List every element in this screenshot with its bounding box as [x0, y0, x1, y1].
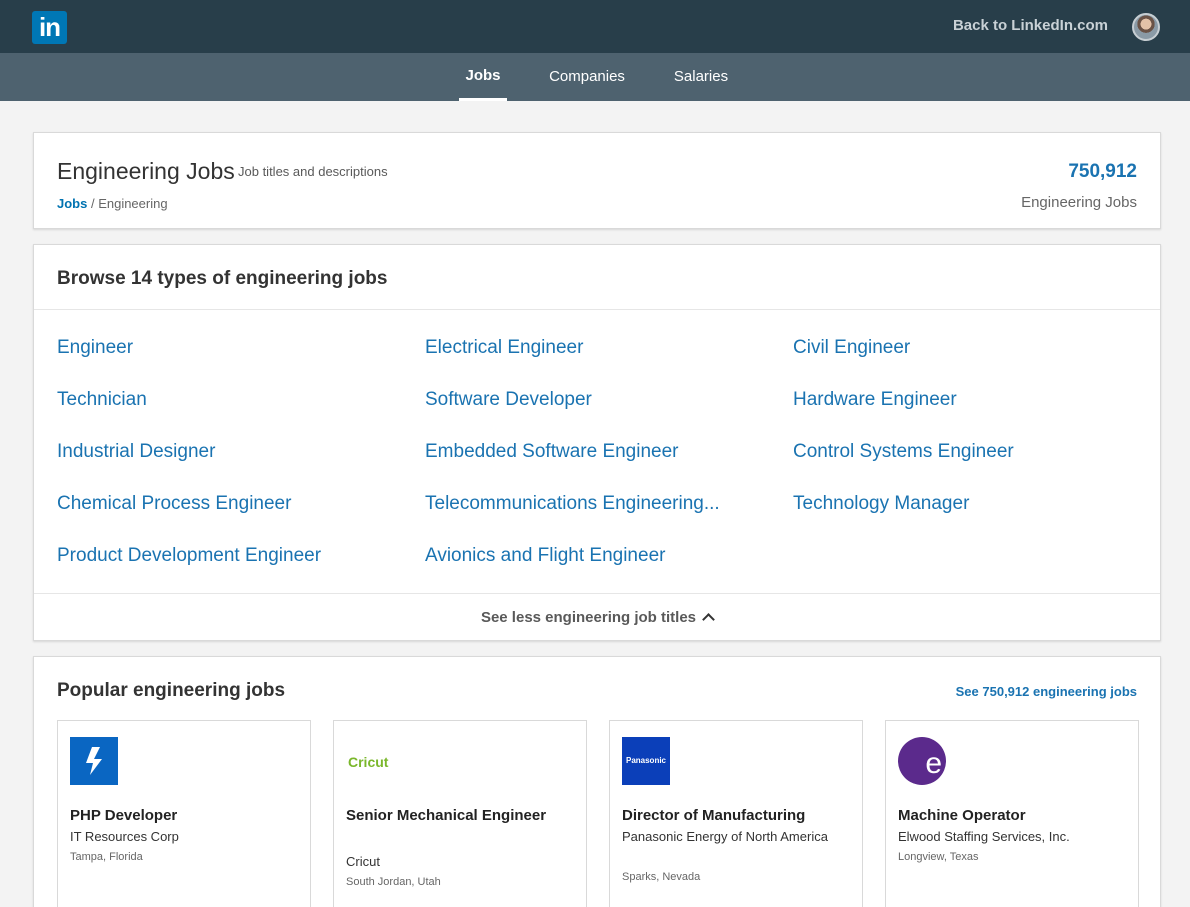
divider [34, 309, 1160, 310]
job-type-link[interactable]: Technician [57, 389, 147, 411]
job-type-link[interactable]: Engineer [57, 337, 133, 359]
see-all-jobs-link[interactable]: See 750,912 engineering jobs [956, 684, 1137, 699]
job-title[interactable]: Senior Mechanical Engineer [346, 803, 571, 828]
job-card[interactable]: PHP Developer IT Resources Corp Tampa, F… [57, 720, 311, 907]
job-type-link[interactable]: Chemical Process Engineer [57, 493, 291, 515]
breadcrumb-current: Engineering [98, 196, 168, 211]
job-location: Sparks, Nevada [622, 871, 701, 883]
job-title[interactable]: PHP Developer [70, 803, 295, 828]
job-count-label: Engineering Jobs [1021, 194, 1137, 211]
cricut-logo-icon: Cricut [346, 737, 394, 785]
job-company: IT Resources Corp [70, 829, 179, 844]
job-card[interactable]: e Machine Operator Elwood Staffing Servi… [885, 720, 1139, 907]
job-card[interactable]: Cricut Senior Mechanical Engineer Cricut… [333, 720, 587, 907]
job-type-link[interactable]: Avionics and Flight Engineer [425, 545, 665, 567]
job-company: Elwood Staffing Services, Inc. [898, 829, 1070, 844]
breadcrumb-jobs-link[interactable]: Jobs [57, 196, 87, 211]
job-type-link[interactable]: Telecommunications Engineering... [425, 493, 720, 515]
page-title: Engineering Jobs [57, 158, 235, 184]
popular-jobs-title: Popular engineering jobs [57, 680, 286, 701]
job-company: Cricut [346, 854, 380, 869]
tab-salaries[interactable]: Salaries [668, 53, 734, 101]
job-type-link[interactable]: Industrial Designer [57, 441, 215, 463]
job-type-link[interactable]: Civil Engineer [793, 337, 910, 359]
tab-jobs[interactable]: Jobs [459, 53, 507, 101]
see-less-label: See less engineering job titles [480, 609, 697, 626]
back-to-linkedin-link[interactable]: Back to LinkedIn.com [953, 17, 1108, 34]
linkedin-logo-icon[interactable]: in [32, 11, 67, 44]
job-location: Tampa, Florida [70, 851, 143, 863]
job-type-link[interactable]: Software Developer [425, 389, 592, 411]
divider [34, 593, 1160, 594]
job-card[interactable]: Panasonic Director of Manufacturing Pana… [609, 720, 863, 907]
elwood-logo-icon: e [898, 737, 946, 785]
job-title[interactable]: Director of Manufacturing [622, 803, 847, 828]
sub-navigation: Jobs Companies Salaries [0, 53, 1190, 101]
svg-text:Cricut: Cricut [348, 754, 389, 770]
job-type-link[interactable]: Electrical Engineer [425, 337, 583, 359]
it-resources-logo-icon [70, 737, 118, 785]
user-avatar[interactable] [1132, 13, 1160, 41]
browse-title: Browse 14 types of engineering jobs [57, 268, 388, 289]
chevron-up-icon [702, 613, 715, 626]
job-type-link[interactable]: Hardware Engineer [793, 389, 957, 411]
job-type-link[interactable]: Control Systems Engineer [793, 441, 1014, 463]
breadcrumb: Jobs / Engineering [57, 196, 168, 211]
see-less-button[interactable]: See less engineering job titles [34, 609, 1160, 626]
panasonic-logo-icon: Panasonic [622, 737, 670, 785]
browse-job-types-card: Browse 14 types of engineering jobs Engi… [33, 244, 1161, 641]
job-location: South Jordan, Utah [346, 876, 441, 888]
job-type-link[interactable]: Product Development Engineer [57, 545, 321, 567]
job-title[interactable]: Machine Operator [898, 803, 1123, 828]
job-type-link[interactable]: Technology Manager [793, 493, 969, 515]
breadcrumb-separator: / [87, 196, 99, 211]
top-bar: in Back to LinkedIn.com [0, 0, 1190, 53]
job-type-link[interactable]: Embedded Software Engineer [425, 441, 679, 463]
job-count: 750,912 [1068, 161, 1137, 182]
page-subtitle: Job titles and descriptions [238, 164, 388, 179]
tab-companies[interactable]: Companies [542, 53, 632, 101]
popular-jobs-card: Popular engineering jobs See 750,912 eng… [33, 656, 1161, 907]
job-company: Panasonic Energy of North America [622, 829, 828, 844]
page-header-card: Engineering Jobs Job titles and descript… [33, 132, 1161, 229]
job-location: Longview, Texas [898, 851, 979, 863]
